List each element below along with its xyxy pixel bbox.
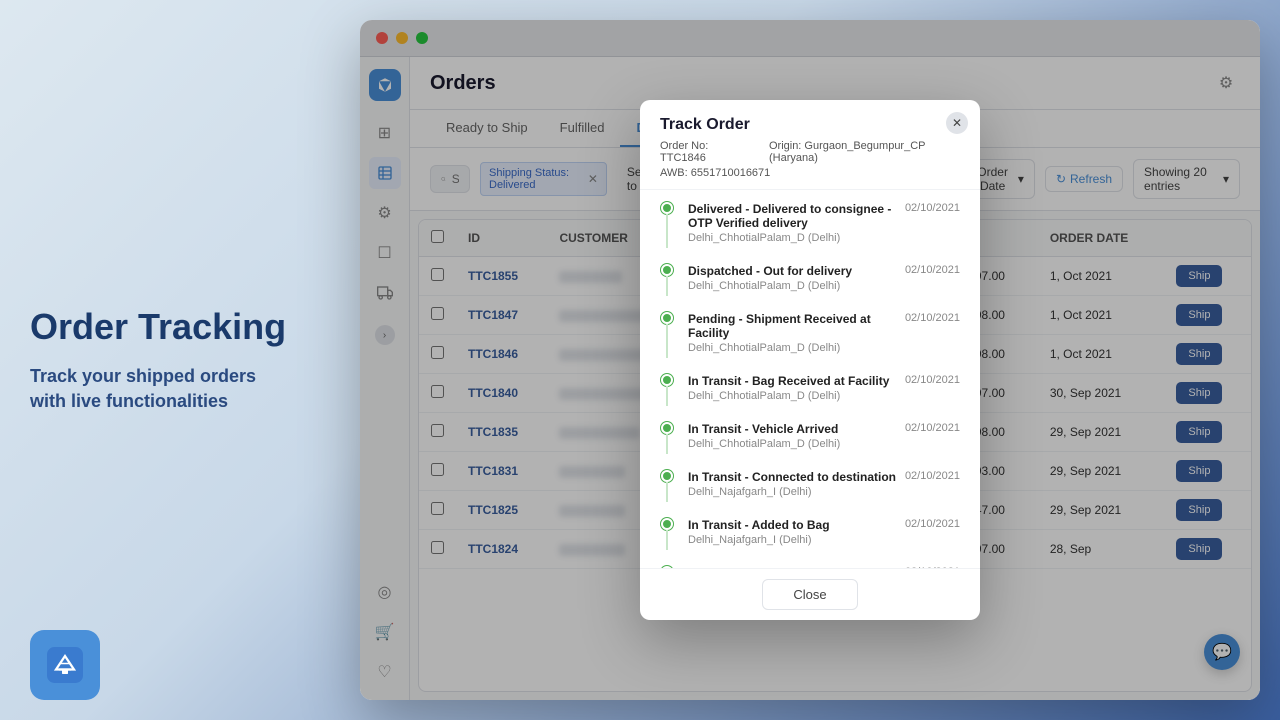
timeline-line (666, 324, 668, 358)
timeline-line (666, 386, 668, 406)
timeline-location: Delhi_ChhotialPalam_D (Delhi) (688, 280, 897, 292)
timeline-left (660, 470, 674, 502)
timeline-content: In Transit - Added to Bag Delhi_Najafgar… (688, 518, 897, 550)
app-subtitle: Track your shipped orderswith live funct… (30, 364, 330, 414)
timeline-status: In Transit - Added to Bag (688, 518, 897, 532)
timeline-date: 02/10/2021 (905, 202, 960, 214)
timeline-location: Delhi_ChhotialPalam_D (Delhi) (688, 438, 897, 450)
modal-awb-label: AWB: 6551710016671 (660, 167, 770, 179)
timeline-content: Dispatched - Out for delivery Delhi_Chho… (688, 264, 897, 296)
timeline-dot (661, 264, 673, 276)
left-panel: Order Tracking Track your shipped orders… (0, 266, 360, 454)
timeline-dot (661, 202, 673, 214)
timeline-location: Delhi_ChhotialPalam_D (Delhi) (688, 232, 897, 244)
timeline-line (666, 530, 668, 550)
timeline-dot (661, 312, 673, 324)
timeline-date: 02/10/2021 (905, 264, 960, 276)
timeline-content: In Transit - Vehicle Arrived Delhi_Chhot… (688, 422, 897, 454)
timeline-item: In Transit - Added to Bag Delhi_Najafgar… (660, 518, 960, 550)
timeline-item: Dispatched - Out for delivery Delhi_Chho… (660, 264, 960, 296)
timeline-date: 02/10/2021 (905, 566, 960, 568)
modal-origin: Origin: Gurgaon_Begumpur_CP (Haryana) (769, 140, 960, 164)
timeline-status: Dispatched - Out for delivery (688, 264, 897, 278)
modal-header: Track Order Order No: TTC1846 Origin: Gu… (640, 100, 980, 190)
timeline-line (666, 276, 668, 296)
timeline-status: In Transit - Shipment Received at Facili… (688, 566, 897, 568)
timeline-line (666, 482, 668, 502)
timeline-content: In Transit - Shipment Received at Facili… (688, 566, 897, 568)
modal-meta: Order No: TTC1846 Origin: Gurgaon_Begump… (660, 140, 960, 164)
timeline-line (666, 434, 668, 454)
timeline-dot (661, 470, 673, 482)
timeline-left (660, 518, 674, 550)
timeline-left (660, 312, 674, 358)
timeline-dot (661, 374, 673, 386)
timeline-status: In Transit - Vehicle Arrived (688, 422, 897, 436)
timeline-date: 02/10/2021 (905, 518, 960, 530)
timeline-item: In Transit - Shipment Received at Facili… (660, 566, 960, 568)
timeline-item: In Transit - Connected to destination De… (660, 470, 960, 502)
timeline-left (660, 422, 674, 454)
modal-footer: Close (640, 568, 980, 620)
app-title: Order Tracking (30, 306, 330, 348)
timeline-location: Delhi_ChhotialPalam_D (Delhi) (688, 342, 897, 354)
timeline-location: Delhi_ChhotialPalam_D (Delhi) (688, 390, 897, 402)
timeline-dot (661, 422, 673, 434)
timeline-status: In Transit - Connected to destination (688, 470, 897, 484)
modal-awb: AWB: 6551710016671 (660, 167, 960, 179)
timeline-content: Pending - Shipment Received at Facility … (688, 312, 897, 358)
timeline-date: 02/10/2021 (905, 422, 960, 434)
timeline-status: In Transit - Bag Received at Facility (688, 374, 897, 388)
timeline-date: 02/10/2021 (905, 374, 960, 386)
timeline-item: Delivered - Delivered to consignee - OTP… (660, 202, 960, 248)
timeline-left (660, 264, 674, 296)
timeline-dot (661, 518, 673, 530)
timeline-location: Delhi_Najafgarh_I (Delhi) (688, 534, 897, 546)
timeline-left (660, 566, 674, 568)
timeline-left (660, 374, 674, 406)
timeline-content: In Transit - Bag Received at Facility De… (688, 374, 897, 406)
timeline-date: 02/10/2021 (905, 470, 960, 482)
timeline-location: Delhi_Najafgarh_I (Delhi) (688, 486, 897, 498)
timeline-item: In Transit - Bag Received at Facility De… (660, 374, 960, 406)
timeline-item: Pending - Shipment Received at Facility … (660, 312, 960, 358)
timeline-line (666, 214, 668, 248)
modal-overlay[interactable]: Track Order Order No: TTC1846 Origin: Gu… (360, 20, 1260, 700)
timeline-status: Pending - Shipment Received at Facility (688, 312, 897, 340)
timeline-date: 02/10/2021 (905, 312, 960, 324)
track-order-modal: Track Order Order No: TTC1846 Origin: Gu… (640, 100, 980, 620)
timeline-content: In Transit - Connected to destination De… (688, 470, 897, 502)
modal-close-button[interactable]: ✕ (946, 112, 968, 134)
timeline-dot (661, 566, 673, 568)
close-modal-button[interactable]: Close (762, 579, 857, 610)
modal-title: Track Order (660, 116, 960, 134)
modal-order-no: Order No: TTC1846 (660, 140, 749, 164)
timeline-status: Delivered - Delivered to consignee - OTP… (688, 202, 897, 230)
timeline-item: In Transit - Vehicle Arrived Delhi_Chhot… (660, 422, 960, 454)
timeline-content: Delivered - Delivered to consignee - OTP… (688, 202, 897, 248)
bottom-app-logo (30, 630, 100, 700)
main-window: ⊞ ⚙ ☐ › ◎ 🛒 ♡ Orders ⚙ (360, 20, 1260, 700)
timeline: Delivered - Delivered to consignee - OTP… (640, 190, 980, 568)
timeline-left (660, 202, 674, 248)
